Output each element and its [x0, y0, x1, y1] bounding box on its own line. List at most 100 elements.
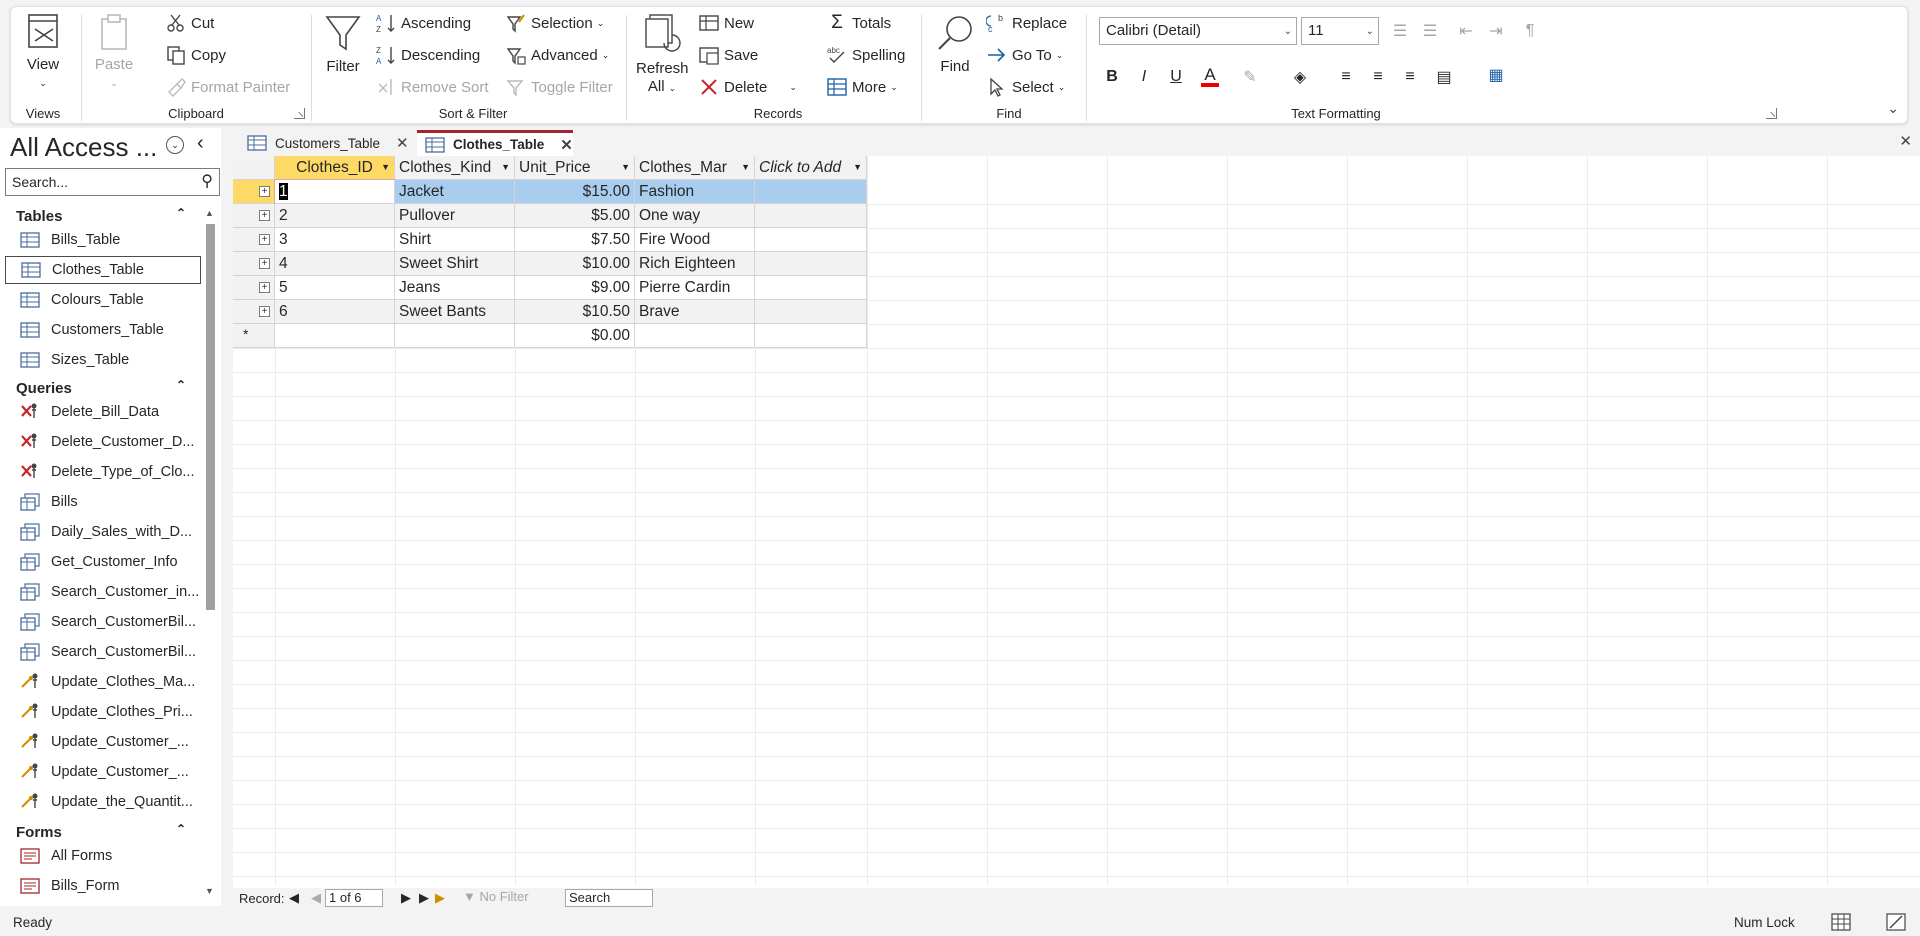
table-cell[interactable]: Fashion	[635, 180, 755, 204]
text-formatting-dialog-launcher[interactable]	[1766, 108, 1777, 119]
nav-search-input[interactable]: Search... ⚲	[5, 168, 220, 196]
table-cell[interactable]: 3	[275, 228, 395, 252]
table-cell[interactable]	[755, 300, 867, 324]
table-cell[interactable]: Jacket	[395, 180, 515, 204]
nav-menu-icon[interactable]: ⌄	[166, 136, 184, 154]
column-header[interactable]: Clothes_Mar ▼	[635, 156, 755, 180]
find-button[interactable]: Find	[932, 13, 978, 76]
table-cell[interactable]: $7.50	[515, 228, 635, 252]
toggle-filter-button[interactable]: Toggle Filter	[505, 74, 613, 100]
nav-item[interactable]: Sizes_Table	[5, 346, 201, 374]
chevron-up-icon[interactable]: ⌃	[176, 378, 186, 392]
expand-subdatasheet-icon[interactable]: +	[259, 210, 270, 221]
font-color-button[interactable]: A	[1197, 64, 1223, 90]
select-button[interactable]: Select ⌄	[986, 74, 1065, 100]
bold-button[interactable]: B	[1099, 64, 1125, 90]
table-cell[interactable]: 1	[274, 179, 396, 205]
column-header[interactable]: Clothes_Kind ▼	[395, 156, 515, 180]
column-header[interactable]: Unit_Price ▼	[515, 156, 635, 180]
sort-dropdown-icon[interactable]: ▼	[501, 156, 510, 179]
table-cell[interactable]: Rich Eighteen	[635, 252, 755, 276]
nav-item[interactable]: Search_CustomerBil...	[5, 608, 201, 636]
nav-item[interactable]: Bills_Table	[5, 226, 201, 254]
align-center-button[interactable]: ≡	[1365, 64, 1391, 90]
nav-item[interactable]: Clothes_Table	[5, 256, 201, 284]
table-cell[interactable]: $5.00	[515, 204, 635, 228]
descending-button[interactable]: ZA Descending	[375, 42, 480, 68]
delete-button[interactable]: Delete ⌄	[698, 74, 797, 100]
table-cell[interactable]: $9.00	[515, 276, 635, 300]
nav-item[interactable]: Bills_Form	[5, 872, 201, 900]
nav-pane-title[interactable]: All Access ...	[10, 132, 157, 163]
new-record-button[interactable]: New	[698, 10, 754, 36]
nav-item[interactable]: Update_Clothes_Pri...	[5, 698, 201, 726]
nav-item[interactable]: Delete_Customer_D...	[5, 428, 201, 456]
refresh-all-button[interactable]: Refresh All ⌄	[636, 13, 689, 97]
nav-item[interactable]: All Forms	[5, 842, 201, 870]
table-cell[interactable]: 6	[275, 300, 395, 324]
new-record-selector[interactable]: *	[233, 324, 275, 348]
select-all-corner[interactable]	[233, 156, 275, 180]
nav-item[interactable]: Search_Customer_in...	[5, 578, 201, 606]
numbering-button[interactable]: ☰	[1417, 18, 1443, 44]
highlight-button[interactable]: ✎	[1237, 64, 1263, 90]
advanced-button[interactable]: Advanced ⌄	[505, 42, 609, 68]
increase-indent-button[interactable]: ⇥	[1483, 18, 1509, 44]
table-cell[interactable]: $10.50	[515, 300, 635, 324]
underline-button[interactable]: U	[1163, 64, 1189, 90]
column-header[interactable]: Click to Add ▼	[755, 156, 867, 180]
last-record-icon[interactable]: ▶	[419, 890, 429, 906]
spelling-button[interactable]: abc Spelling	[826, 42, 905, 68]
bullets-button[interactable]: ☰	[1387, 18, 1413, 44]
table-cell[interactable]	[755, 204, 867, 228]
font-name-select[interactable]: Calibri (Detail) ⌄	[1099, 17, 1297, 45]
column-header[interactable]: Clothes_ID ▼	[275, 156, 395, 180]
close-object-icon[interactable]: ✕	[1899, 132, 1912, 150]
table-cell[interactable]: Sweet Bants	[395, 300, 515, 324]
previous-record-icon[interactable]: ◀	[311, 890, 321, 906]
align-left-button[interactable]: ≡	[1333, 64, 1359, 90]
table-cell[interactable]	[755, 180, 867, 204]
table-cell[interactable]: $10.00	[515, 252, 635, 276]
nav-section-tables[interactable]: Tables ⌃	[16, 206, 186, 225]
table-cell[interactable]: Shirt	[395, 228, 515, 252]
more-button[interactable]: More ⌄	[826, 74, 898, 100]
table-cell[interactable]	[755, 228, 867, 252]
design-view-icon[interactable]	[1886, 913, 1906, 931]
italic-button[interactable]: I	[1131, 64, 1157, 90]
expand-subdatasheet-icon[interactable]: +	[259, 282, 270, 293]
tab-clothes-table[interactable]: Clothes_Table ✕	[417, 130, 573, 156]
new-record-cell[interactable]	[755, 324, 867, 348]
new-record-nav-icon[interactable]: ▶	[435, 890, 445, 906]
table-cell[interactable]: Pierre Cardin	[635, 276, 755, 300]
close-icon[interactable]: ✕	[396, 134, 409, 152]
table-cell[interactable]: Jeans	[395, 276, 515, 300]
nav-item[interactable]: Search_CustomerBil...	[5, 638, 201, 666]
scroll-up-icon[interactable]: ▲	[205, 208, 214, 218]
nav-item[interactable]: Update_Customer_...	[5, 728, 201, 756]
nav-section-forms[interactable]: Forms ⌃	[16, 822, 186, 841]
totals-button[interactable]: Σ Totals	[826, 10, 891, 36]
table-cell[interactable]: $15.00	[515, 180, 635, 204]
view-button[interactable]: View ⌄	[17, 11, 69, 92]
tab-customers-table[interactable]: Customers_Table ✕	[239, 130, 415, 156]
nav-item[interactable]: Get_Customer_Info	[5, 548, 201, 576]
copy-button[interactable]: Copy	[165, 42, 226, 68]
table-cell[interactable]	[755, 276, 867, 300]
nav-section-queries[interactable]: Queries ⌃	[16, 378, 186, 397]
table-cell[interactable]: One way	[635, 204, 755, 228]
scroll-down-icon[interactable]: ▼	[205, 886, 214, 896]
fill-color-button[interactable]: ◈	[1287, 64, 1313, 90]
table-cell[interactable]: 5	[275, 276, 395, 300]
table-cell[interactable]: 2	[275, 204, 395, 228]
table-cell[interactable]: Pullover	[395, 204, 515, 228]
nav-item[interactable]: Colours_Table	[5, 286, 201, 314]
table-cell[interactable]: Sweet Shirt	[395, 252, 515, 276]
nav-item[interactable]: Bills	[5, 488, 201, 516]
table-cell[interactable]: Fire Wood	[635, 228, 755, 252]
expand-subdatasheet-icon[interactable]: +	[259, 306, 270, 317]
nav-item[interactable]: Delete_Bill_Data	[5, 398, 201, 426]
expand-subdatasheet-icon[interactable]: +	[259, 234, 270, 245]
nav-item[interactable]: Daily_Sales_with_D...	[5, 518, 201, 546]
record-selector[interactable]: +	[233, 180, 275, 204]
